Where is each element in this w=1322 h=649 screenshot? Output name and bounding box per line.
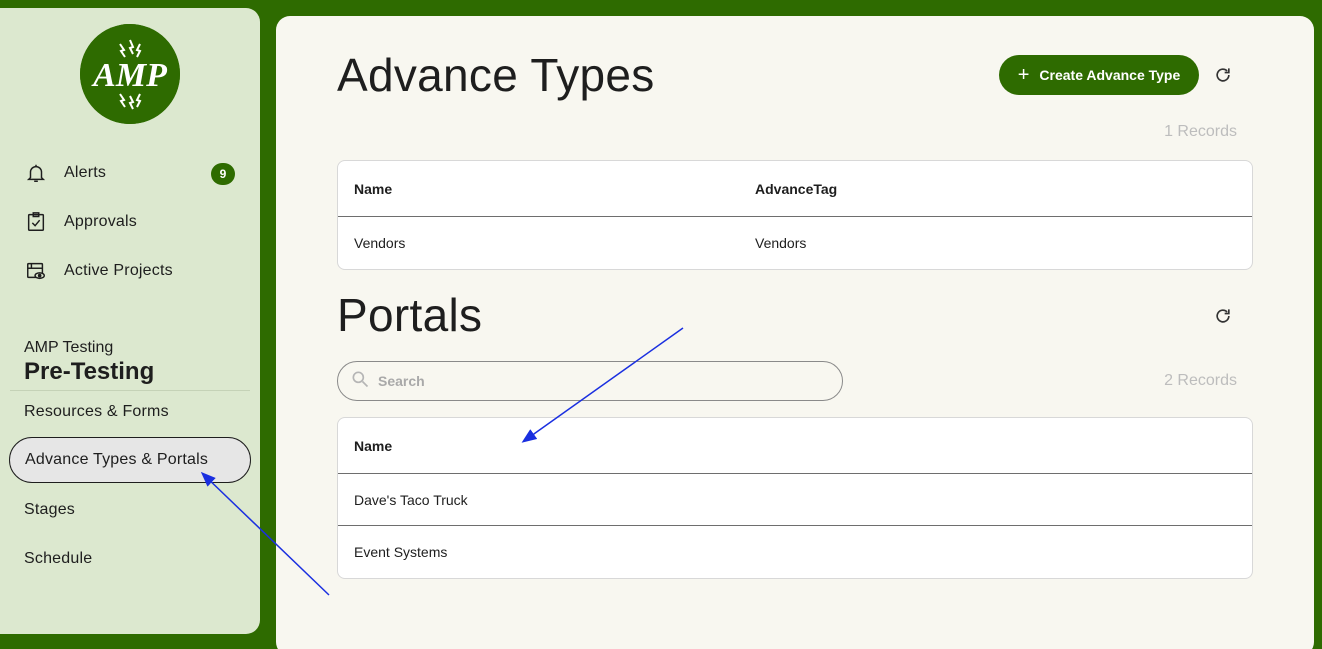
advance-types-title: Advance Types	[337, 49, 655, 101]
advance-types-record-count: 1 Records	[1164, 123, 1237, 140]
nav-schedule[interactable]: Schedule	[24, 550, 92, 568]
portals-search	[337, 361, 843, 401]
amp-logo-icon: AMP	[80, 24, 180, 124]
table-cell-name: Vendors	[354, 235, 406, 251]
search-icon	[350, 369, 370, 394]
sidebar-divider	[10, 390, 250, 391]
nav-advance-types-portals-label: Advance Types & Portals	[25, 451, 209, 468]
advance-types-table: Name AdvanceTag Vendors Vendors	[337, 160, 1253, 270]
portals-table: Name Dave's Taco Truck Event Systems	[337, 417, 1253, 579]
sidebar: AMP Alerts 9 Approvals Active Projects A…	[0, 8, 260, 634]
table-cell-name: Dave's Taco Truck	[354, 491, 468, 508]
portals-title: Portals	[337, 289, 483, 341]
nav-resources-forms[interactable]: Resources & Forms	[24, 403, 169, 421]
nav-alerts-label: Alerts	[64, 164, 107, 181]
alerts-count-badge: 9	[211, 163, 235, 185]
column-header-name[interactable]: Name	[354, 181, 392, 197]
main-panel: Advance Types + Create Advance Type 1 Re…	[276, 16, 1314, 649]
portals-record-count: 2 Records	[1164, 372, 1237, 389]
column-header-advancetag[interactable]: AdvanceTag	[755, 181, 837, 197]
project-name: Pre-Testing	[24, 358, 155, 385]
nav-advance-types-portals[interactable]: Advance Types & Portals	[9, 437, 251, 483]
table-cell-advancetag: Vendors	[755, 235, 807, 251]
refresh-advance-types-icon[interactable]	[1211, 63, 1235, 87]
table-row[interactable]: Dave's Taco Truck	[338, 474, 1252, 526]
refresh-portals-icon[interactable]	[1211, 304, 1235, 328]
nav-alerts[interactable]: Alerts	[24, 159, 106, 187]
nav-approvals[interactable]: Approvals	[24, 208, 137, 236]
logo-text: AMP	[91, 57, 167, 94]
create-advance-type-label: Create Advance Type	[1039, 67, 1181, 83]
search-input[interactable]	[378, 373, 818, 389]
plus-icon: +	[1017, 64, 1030, 86]
table-header-row: Name AdvanceTag	[338, 161, 1252, 217]
project-view-icon	[24, 259, 48, 283]
create-advance-type-button[interactable]: + Create Advance Type	[999, 55, 1199, 95]
table-header-row: Name	[338, 418, 1252, 474]
table-cell-name: Event Systems	[354, 544, 448, 560]
clipboard-check-icon	[24, 210, 48, 234]
table-row[interactable]: Vendors Vendors	[338, 217, 1252, 269]
org-name: AMP Testing	[24, 339, 114, 356]
nav-active-projects[interactable]: Active Projects	[24, 257, 173, 285]
bell-icon	[24, 161, 48, 185]
column-header-name[interactable]: Name	[354, 438, 392, 454]
nav-active-projects-label: Active Projects	[64, 262, 173, 279]
table-row[interactable]: Event Systems	[338, 526, 1252, 578]
nav-approvals-label: Approvals	[64, 213, 137, 230]
amp-logo[interactable]: AMP	[80, 24, 180, 124]
nav-stages[interactable]: Stages	[24, 501, 75, 519]
